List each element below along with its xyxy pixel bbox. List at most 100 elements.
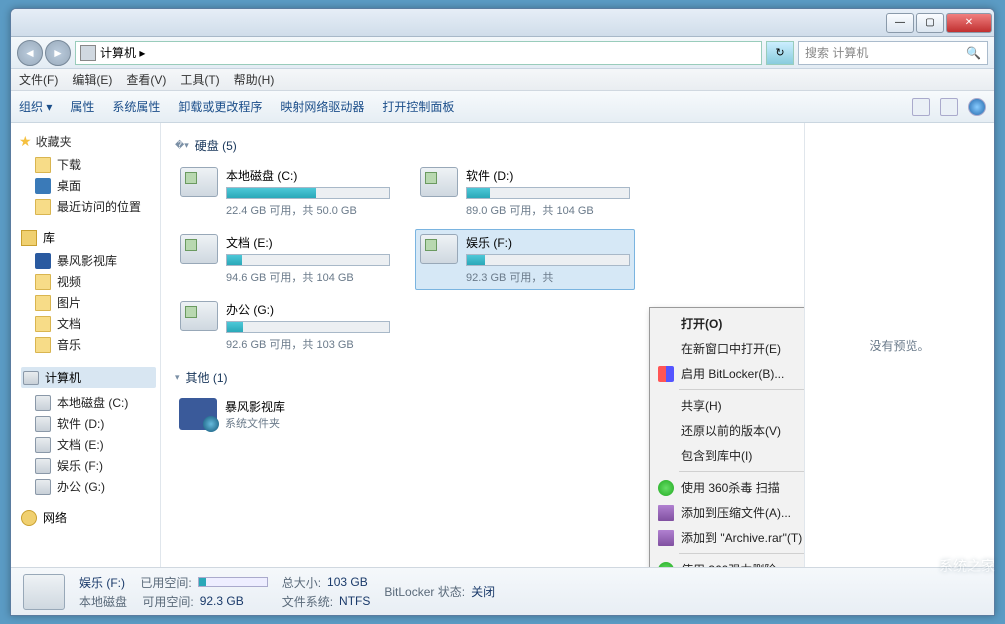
maximize-button[interactable]: ▢ [916, 13, 944, 33]
drive-icon [35, 416, 51, 432]
drive-freetext: 94.6 GB 可用，共 104 GB [226, 269, 390, 285]
status-fs-label: 文件系统: [282, 593, 333, 610]
video-lib-icon [35, 253, 51, 269]
toolbar-organize[interactable]: 组织 ▾ [19, 98, 52, 115]
sidebar-item-videos[interactable]: 视频 [15, 271, 156, 292]
drive-icon [35, 479, 51, 495]
drive-usage-bar [226, 187, 390, 199]
toolbar-system-properties[interactable]: 系统属性 [112, 98, 160, 115]
drive-item[interactable]: 软件 (D:) 89.0 GB 可用，共 104 GB [415, 162, 635, 223]
sidebar-item-drive-g[interactable]: 办公 (G:) [15, 476, 156, 497]
collapse-icon: �▾ [175, 140, 189, 151]
close-button[interactable]: ✕ [946, 13, 992, 33]
context-menu-item[interactable]: 打开(O) [653, 311, 804, 336]
sidebar-item-baofeng[interactable]: 暴风影视库 [15, 250, 156, 271]
context-menu-item[interactable]: 使用 360强力删除 [653, 557, 804, 567]
context-menu-label: 在新窗口中打开(E) [681, 340, 781, 357]
rar-icon [658, 530, 674, 546]
refresh-icon: ↻ [775, 46, 784, 59]
drive-item[interactable]: 办公 (G:) 92.6 GB 可用，共 103 GB [175, 296, 395, 357]
context-menu-label: 添加到压缩文件(A)... [681, 504, 791, 521]
drive-name: 文档 (E:) [226, 234, 390, 251]
toolbar-control-panel[interactable]: 打开控制面板 [382, 98, 454, 115]
sidebar-computer[interactable]: 计算机 [21, 367, 156, 388]
menu-tools[interactable]: 工具(T) [180, 71, 219, 88]
status-bar: 娱乐 (F:) 已用空间: 本地磁盘 可用空间:92.3 GB 总大小:103 … [11, 567, 994, 615]
sidebar-favorites[interactable]: ★收藏夹 [19, 133, 156, 150]
help-button[interactable] [968, 98, 986, 116]
folder-icon [35, 337, 51, 353]
context-menu-item[interactable]: 使用 360杀毒 扫描 [653, 475, 804, 500]
menu-view[interactable]: 查看(V) [126, 71, 166, 88]
drive-item[interactable]: 娱乐 (F:) 92.3 GB 可用，共 [415, 229, 635, 290]
toolbar-properties[interactable]: 属性 [70, 98, 94, 115]
status-free-value: 92.3 GB [200, 594, 244, 608]
context-menu-item[interactable]: 启用 BitLocker(B)... [653, 361, 804, 386]
folder-icon [35, 316, 51, 332]
context-menu-item[interactable]: 共享(H)▶ [653, 393, 804, 418]
preview-pane-button[interactable] [940, 98, 958, 116]
status-total-value: 103 GB [327, 575, 368, 589]
sidebar-item-documents[interactable]: 文档 [15, 313, 156, 334]
context-menu-label: 启用 BitLocker(B)... [681, 365, 784, 382]
drive-icon [180, 234, 218, 264]
preview-text: 没有预览。 [869, 337, 929, 354]
sidebar-item-drive-f[interactable]: 娱乐 (F:) [15, 455, 156, 476]
drive-usage-bar [466, 187, 630, 199]
sidebar-item-drive-d[interactable]: 软件 (D:) [15, 413, 156, 434]
close-icon: ✕ [965, 17, 973, 28]
view-options-button[interactable] [912, 98, 930, 116]
context-menu-item[interactable]: 包含到库中(I)▶ [653, 443, 804, 468]
context-menu-label: 共享(H) [681, 397, 722, 414]
drive-name: 娱乐 (F:) [466, 234, 630, 251]
breadcrumb[interactable]: 计算机 ▸ [100, 44, 145, 61]
toolbar-uninstall[interactable]: 卸载或更改程序 [178, 98, 262, 115]
toolbar-map-drive[interactable]: 映射网络驱动器 [280, 98, 364, 115]
folder-icon [35, 157, 51, 173]
shield-icon [658, 366, 674, 382]
drive-icon [180, 301, 218, 331]
sidebar-item-recent[interactable]: 最近访问的位置 [15, 196, 156, 217]
refresh-button[interactable]: ↻ [766, 41, 794, 65]
rar-icon [658, 505, 674, 521]
drive-icon [35, 437, 51, 453]
drive-usage-bar [466, 254, 630, 266]
other-name: 暴风影视库 [225, 398, 285, 415]
context-menu-item[interactable]: 添加到 "Archive.rar"(T) [653, 525, 804, 550]
drive-item[interactable]: 本地磁盘 (C:) 22.4 GB 可用，共 50.0 GB [175, 162, 395, 223]
status-used-bar [198, 577, 268, 587]
library-icon [21, 230, 37, 246]
sidebar-item-drive-e[interactable]: 文档 (E:) [15, 434, 156, 455]
desktop-icon [35, 178, 51, 194]
context-menu-item[interactable]: 添加到压缩文件(A)... [653, 500, 804, 525]
menu-edit[interactable]: 编辑(E) [72, 71, 112, 88]
drive-icon [35, 395, 51, 411]
menubar: 文件(F) 编辑(E) 查看(V) 工具(T) 帮助(H) [11, 69, 994, 91]
search-input[interactable]: 搜索 计算机 🔍 [798, 41, 988, 65]
menu-file[interactable]: 文件(F) [19, 71, 58, 88]
g360-icon [658, 562, 674, 568]
drive-item[interactable]: 文档 (E:) 94.6 GB 可用，共 104 GB [175, 229, 395, 290]
back-button[interactable]: ◄ [17, 40, 43, 66]
drive-freetext: 92.3 GB 可用，共 [466, 269, 630, 285]
sidebar-item-desktop[interactable]: 桌面 [15, 175, 156, 196]
sidebar-item-pictures[interactable]: 图片 [15, 292, 156, 313]
sidebar-network[interactable]: 网络 [21, 509, 156, 526]
sidebar-item-downloads[interactable]: 下载 [15, 154, 156, 175]
section-drives[interactable]: �▾硬盘 (5) [175, 137, 790, 154]
status-bitlocker-label: BitLocker 状态: [384, 583, 465, 600]
forward-button[interactable]: ► [45, 40, 71, 66]
drive-name: 软件 (D:) [466, 167, 630, 184]
sidebar-item-music[interactable]: 音乐 [15, 334, 156, 355]
sidebar-libraries[interactable]: 库 [21, 229, 156, 246]
search-placeholder: 搜索 计算机 [805, 44, 868, 61]
folder-icon [35, 295, 51, 311]
context-menu-item[interactable]: 还原以前的版本(V) [653, 418, 804, 443]
menu-help[interactable]: 帮助(H) [234, 71, 275, 88]
context-menu-item[interactable]: 在新窗口中打开(E) [653, 336, 804, 361]
system-folder-icon [179, 398, 217, 430]
sidebar-item-drive-c[interactable]: 本地磁盘 (C:) [15, 392, 156, 413]
minimize-button[interactable]: — [886, 13, 914, 33]
address-bar[interactable]: 计算机 ▸ [75, 41, 762, 65]
toolbar: 组织 ▾ 属性 系统属性 卸载或更改程序 映射网络驱动器 打开控制面板 [11, 91, 994, 123]
